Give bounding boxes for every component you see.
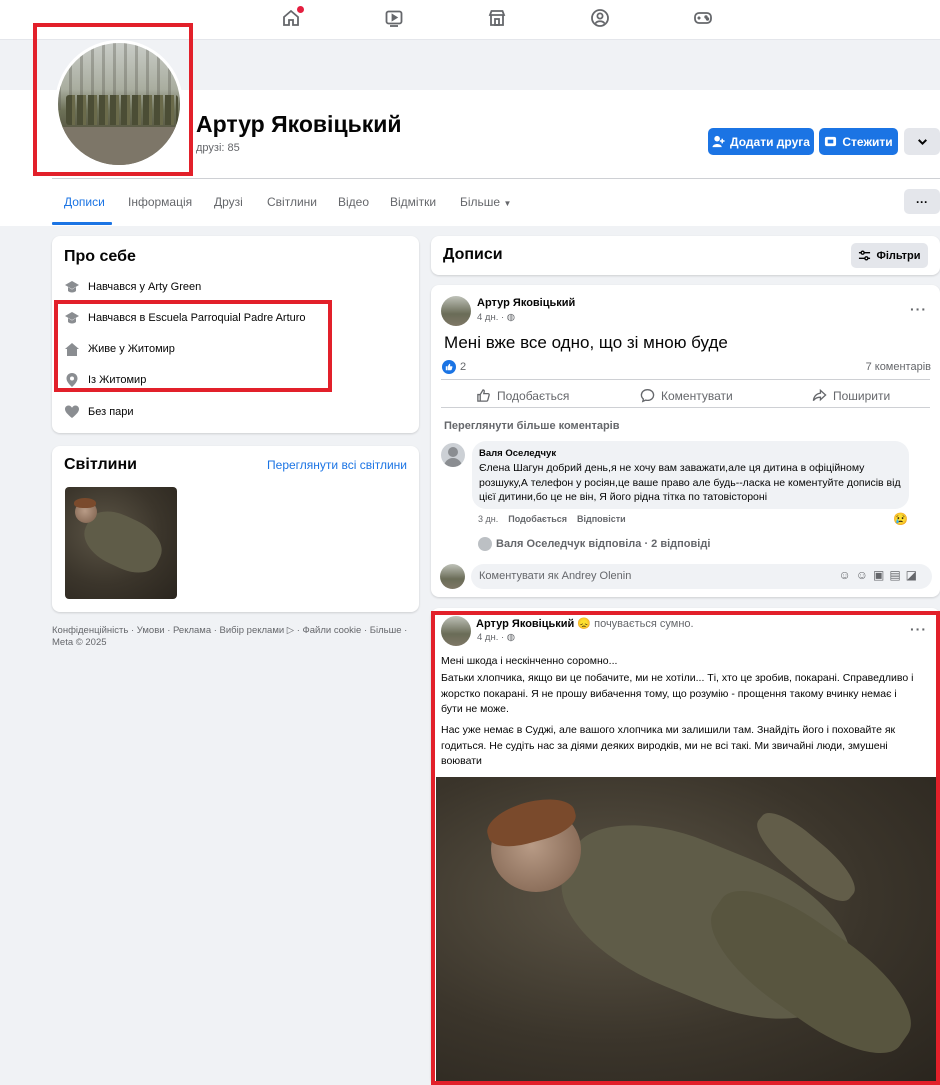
camera-icon[interactable]: ▣ <box>873 568 889 582</box>
filters-button[interactable]: Фільтри <box>851 243 928 268</box>
about-item-relationship: Без пари <box>64 404 134 420</box>
page-footer: Конфіденційність · Умови · Реклама · Виб… <box>52 625 422 649</box>
avatar-sticker-icon[interactable]: ☺ <box>838 568 855 582</box>
post-time-text: 4 дн. · <box>477 312 505 323</box>
active-tab-indicator <box>52 222 112 225</box>
replies-link[interactable]: Валя Оселедчук відповіла · 2 відповіді <box>478 537 710 551</box>
footer-copyright: Meta © 2025 <box>52 637 107 648</box>
highlight-box-avatar <box>33 23 193 176</box>
posts-header-card: Дописи Фільтри <box>431 236 940 275</box>
sticker-icon[interactable]: ◪ <box>906 568 922 582</box>
gaming-icon[interactable] <box>693 8 713 28</box>
education-icon <box>64 279 80 295</box>
about-title: Про себе <box>64 248 136 265</box>
posts-title: Дописи <box>443 246 503 263</box>
share-button[interactable]: Поширити <box>812 388 890 403</box>
about-item-education-1: Навчався у Arty Green <box>64 279 201 295</box>
tab-tags[interactable]: Відмітки <box>390 195 436 209</box>
filters-label: Фільтри <box>876 249 921 262</box>
heart-icon <box>64 404 80 420</box>
emoji-icon[interactable]: ☺ <box>856 568 873 582</box>
share-icon <box>812 388 827 402</box>
post-author-name[interactable]: Артур Яковіцький <box>477 297 575 309</box>
thumbs-up-icon <box>477 389 490 402</box>
view-more-comments-link[interactable]: Переглянути більше коментарів <box>444 420 620 432</box>
see-all-photos-link[interactable]: Переглянути всі світлини <box>267 458 407 472</box>
comment-text: Єлена Шагун добрий день,я не хочу вам за… <box>479 462 901 503</box>
footer-links[interactable]: Конфіденційність · Умови · Реклама · Виб… <box>52 625 422 637</box>
like-label: Подобається <box>497 388 570 403</box>
follow-icon <box>825 136 837 147</box>
tabs-more-button[interactable]: ··· <box>904 189 940 214</box>
notification-dot <box>297 6 304 13</box>
video-icon[interactable] <box>384 8 404 28</box>
replies-label: Валя Оселедчук відповіла · 2 відповіді <box>496 538 711 550</box>
tab-info[interactable]: Інформація <box>128 195 192 209</box>
filters-icon <box>859 250 871 261</box>
tab-video[interactable]: Відео <box>338 195 369 209</box>
highlight-box-post <box>431 611 940 1085</box>
chevron-down-icon <box>917 139 927 146</box>
follow-label: Стежити <box>842 134 893 149</box>
like-button[interactable]: Подобається <box>476 388 569 403</box>
caret-down-icon: ▼ <box>503 199 512 208</box>
tab-more[interactable]: Більше ▼ <box>460 195 511 209</box>
tab-friends[interactable]: Друзі <box>214 195 243 209</box>
highlight-box-about <box>54 300 332 392</box>
photos-title: Світлини <box>64 456 137 473</box>
comment-composer[interactable]: Коментувати як Andrey Olenin ☺☺▣▤◪ <box>471 564 932 589</box>
comment-author[interactable]: Валя Оселедчук <box>479 448 556 459</box>
home-icon[interactable] <box>281 6 304 28</box>
post-timestamp[interactable]: 4 дн. · ◍ <box>477 312 515 323</box>
comment-time[interactable]: 3 дн. <box>478 514 498 524</box>
sad-reaction-icon[interactable]: 😢 <box>893 512 908 526</box>
reactions-summary[interactable]: 2 <box>442 360 466 374</box>
post-author-avatar[interactable] <box>441 296 471 326</box>
commenter-avatar[interactable] <box>441 443 465 467</box>
groups-icon[interactable] <box>590 8 610 28</box>
post-divider <box>441 379 930 380</box>
tabs-divider <box>52 178 940 179</box>
add-friend-label: Додати друга <box>730 134 810 149</box>
post-text: Мені вже все одно, що зі мною буде <box>444 333 728 352</box>
composer-tools: ☺☺▣▤◪ <box>838 568 922 582</box>
share-label: Поширити <box>833 388 891 403</box>
current-user-avatar[interactable] <box>440 564 465 589</box>
comment-label: Коментувати <box>661 388 733 403</box>
gif-icon[interactable]: ▤ <box>889 568 905 582</box>
more-dots-icon: ··· <box>916 194 928 209</box>
comment-actions: 3 дн. Подобається Відповісти <box>478 514 626 524</box>
comment-icon <box>640 389 655 403</box>
comment-button[interactable]: Коментувати <box>640 388 733 403</box>
like-reaction-icon <box>442 360 456 374</box>
photos-card: Світлини Переглянути всі світлини <box>52 446 419 612</box>
about-item-text: Без пари <box>88 406 134 418</box>
profile-name: Артур Яковіцький <box>196 111 402 137</box>
comments-count[interactable]: 7 коментарів <box>866 361 931 373</box>
photo-thumbnail[interactable] <box>65 487 177 599</box>
globe-icon: ◍ <box>506 312 516 323</box>
tab-posts[interactable]: Дописи <box>64 195 105 209</box>
comment-reply-link[interactable]: Відповісти <box>577 514 626 524</box>
comment-like-link[interactable]: Подобається <box>508 514 567 524</box>
follow-button[interactable]: Стежити <box>819 128 898 155</box>
composer-placeholder: Коментувати як Andrey Olenin <box>479 570 632 582</box>
reply-avatar <box>478 537 492 551</box>
about-item-text: Навчався у Arty Green <box>88 281 202 293</box>
post-options-button[interactable]: ··· <box>910 301 927 317</box>
add-friend-button[interactable]: Додати друга <box>708 128 814 155</box>
post-divider <box>441 407 930 408</box>
tab-photos[interactable]: Світлини <box>267 195 317 209</box>
profile-dropdown-button[interactable] <box>904 128 940 155</box>
likes-count: 2 <box>460 361 467 373</box>
tab-more-label: Більше <box>460 195 501 209</box>
add-person-icon <box>712 135 725 148</box>
marketplace-icon[interactable] <box>487 8 507 28</box>
friends-count[interactable]: друзі: 85 <box>196 142 240 154</box>
